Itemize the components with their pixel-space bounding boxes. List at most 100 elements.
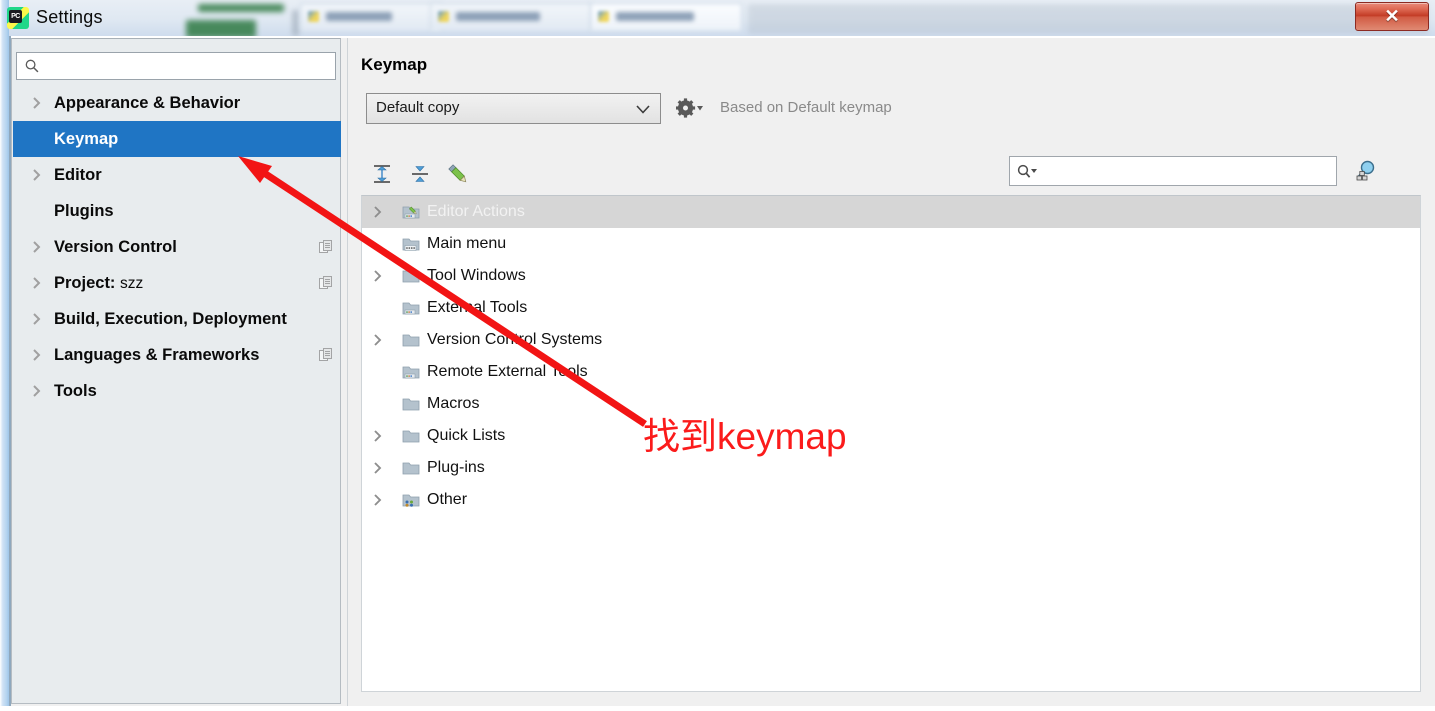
- expand-all-button[interactable]: [367, 159, 397, 189]
- keymap-settings-gear-button[interactable]: [675, 98, 706, 118]
- copy-settings-icon[interactable]: [319, 276, 333, 290]
- folder-icon: [402, 398, 420, 411]
- sidebar-item-label: Keymap: [54, 130, 119, 148]
- pycharm-icon-label: PC: [9, 10, 22, 23]
- tree-row[interactable]: Tool Windows: [362, 260, 1420, 292]
- tree-row-label: Version Control Systems: [427, 331, 603, 348]
- chevron-right-icon[interactable]: [373, 429, 383, 443]
- settings-dialog: PC Settings ✕ Appearance & Behavior Keym…: [0, 0, 1435, 706]
- keymap-select-value: Default copy: [376, 99, 460, 116]
- tree-row[interactable]: Quick Lists: [362, 420, 1420, 452]
- chevron-right-icon: [33, 277, 41, 289]
- sidebar-item-label: Tools: [54, 382, 97, 400]
- chevron-down-icon: [636, 105, 650, 114]
- dialog-body: Appearance & Behavior Keymap Editor Plug…: [11, 38, 1435, 706]
- keymap-tree: Editor Actions Main menu Tool Windows Ex…: [361, 195, 1421, 692]
- sidebar-item-label-prefix: Project:: [54, 274, 121, 292]
- find-by-shortcut-icon: [1356, 160, 1375, 181]
- pencil-icon: [448, 164, 467, 183]
- chevron-right-icon[interactable]: [373, 269, 383, 283]
- keymap-toolbar: [361, 154, 1421, 196]
- sidebar-search-box[interactable]: [16, 52, 336, 80]
- search-dropdown-icon: [1017, 164, 1037, 178]
- folder-icon: [402, 430, 420, 443]
- chevron-right-icon: [33, 385, 41, 397]
- sidebar-item-label: Project: szz: [54, 265, 143, 302]
- chevron-right-icon: [33, 97, 41, 109]
- tree-row-label: Remote External Tools: [427, 363, 588, 380]
- tree-row[interactable]: Plug-ins: [362, 452, 1420, 484]
- edit-shortcut-button[interactable]: [443, 159, 473, 189]
- settings-sidebar: Appearance & Behavior Keymap Editor Plug…: [11, 38, 341, 704]
- chevron-right-icon[interactable]: [373, 461, 383, 475]
- chevron-right-icon: [33, 169, 41, 181]
- folder-icon: [402, 334, 420, 347]
- expand-all-icon: [374, 165, 390, 183]
- sidebar-item-label: Languages & Frameworks: [54, 346, 260, 364]
- folder-menu-icon: [402, 238, 420, 251]
- search-input[interactable]: [45, 57, 331, 78]
- sidebar-item-appearance-behavior[interactable]: Appearance & Behavior: [13, 85, 341, 121]
- keymap-select[interactable]: Default copy: [366, 93, 661, 124]
- sidebar-item-label: Appearance & Behavior: [54, 94, 241, 112]
- tree-row-label: Main menu: [427, 235, 507, 252]
- folder-icon: [402, 270, 420, 283]
- tree-row[interactable]: Editor Actions: [362, 196, 1420, 228]
- sidebar-item-project-name: szz: [120, 275, 144, 292]
- close-icon: ✕: [1384, 6, 1400, 26]
- chevron-right-icon[interactable]: [373, 333, 383, 347]
- window-titlebar: PC Settings ✕: [0, 0, 1435, 36]
- tree-row-label: Quick Lists: [427, 427, 506, 444]
- keymap-search-box[interactable]: [1009, 156, 1337, 186]
- tree-row-label: Other: [427, 491, 468, 508]
- sidebar-item-plugins[interactable]: Plugins: [13, 193, 341, 229]
- sidebar-item-label: Build, Execution, Deployment: [54, 310, 287, 328]
- close-button[interactable]: ✕: [1355, 2, 1429, 31]
- based-on-keymap-label: Based on Default keymap: [720, 99, 892, 116]
- sidebar-item-label: Editor: [54, 166, 102, 184]
- window-title: Settings: [36, 7, 103, 27]
- tree-row-label: Macros: [427, 395, 480, 412]
- tree-row[interactable]: Version Control Systems: [362, 324, 1420, 356]
- sidebar-item-build-execution-deployment[interactable]: Build, Execution, Deployment: [13, 301, 341, 337]
- chevron-right-icon[interactable]: [373, 493, 383, 507]
- search-icon: [25, 59, 39, 73]
- page-title: Keymap: [361, 55, 428, 74]
- folder-edit-icon: [402, 206, 420, 219]
- sidebar-item-editor[interactable]: Editor: [13, 157, 341, 193]
- tree-row-label: Tool Windows: [427, 267, 526, 284]
- folder-icon: [402, 462, 420, 475]
- sidebar-item-keymap[interactable]: Keymap: [13, 121, 341, 157]
- chevron-right-icon: [33, 241, 41, 253]
- chevron-down-icon: [697, 106, 703, 111]
- folder-dots-icon: [402, 494, 420, 507]
- copy-settings-icon[interactable]: [319, 348, 333, 362]
- window-frame-left-edge: [0, 0, 9, 706]
- sidebar-item-label: Version Control: [54, 238, 177, 256]
- tree-row[interactable]: Main menu: [362, 228, 1420, 260]
- tree-row[interactable]: External Tools: [362, 292, 1420, 324]
- sidebar-item-version-control[interactable]: Version Control: [13, 229, 341, 265]
- collapse-all-button[interactable]: [405, 159, 435, 189]
- keymap-panel: Keymap Default copy Based on Default key…: [347, 38, 1435, 706]
- folder-tools-icon: [402, 302, 420, 315]
- pycharm-icon: PC: [7, 7, 29, 29]
- chevron-right-icon: [33, 349, 41, 361]
- tree-row[interactable]: Macros: [362, 388, 1420, 420]
- tree-row[interactable]: Remote External Tools: [362, 356, 1420, 388]
- sidebar-item-project[interactable]: Project: szz: [13, 265, 341, 301]
- chevron-right-icon[interactable]: [373, 205, 383, 219]
- copy-settings-icon[interactable]: [319, 240, 333, 254]
- sidebar-item-list: Appearance & Behavior Keymap Editor Plug…: [13, 85, 341, 703]
- tree-row[interactable]: Other: [362, 484, 1420, 516]
- tree-row-label: Plug-ins: [427, 459, 485, 476]
- find-by-shortcut-button[interactable]: [1353, 158, 1379, 184]
- gear-icon: [675, 98, 703, 118]
- sidebar-item-label: Plugins: [54, 202, 114, 220]
- keymap-search-input[interactable]: [1044, 161, 1334, 183]
- sidebar-item-tools[interactable]: Tools: [13, 373, 341, 409]
- tree-row-label: Editor Actions: [427, 203, 525, 220]
- collapse-all-icon: [412, 166, 428, 182]
- sidebar-item-languages-frameworks[interactable]: Languages & Frameworks: [13, 337, 341, 373]
- folder-tools-icon: [402, 366, 420, 379]
